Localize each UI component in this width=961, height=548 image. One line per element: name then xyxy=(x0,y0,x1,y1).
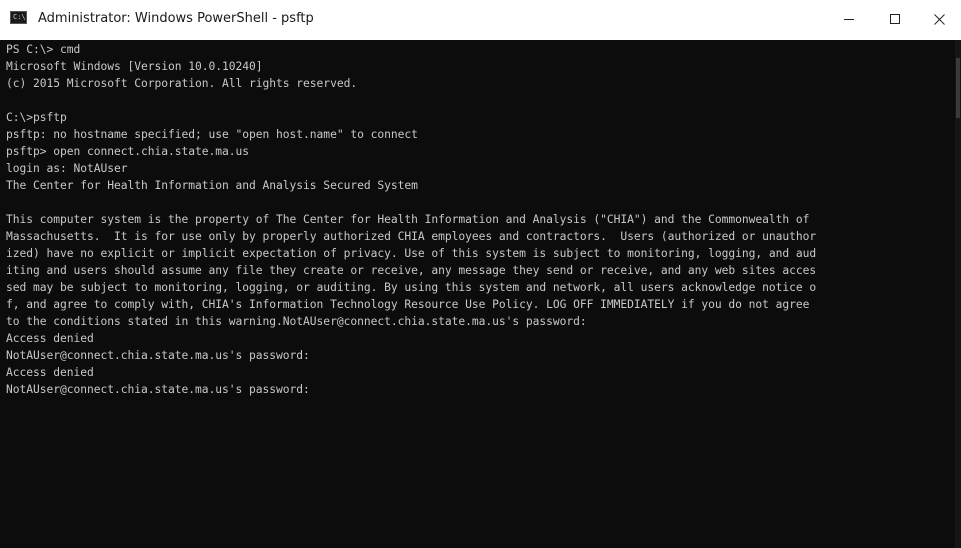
console-line: (c) 2015 Microsoft Corporation. All righ… xyxy=(6,77,358,90)
minimize-icon xyxy=(844,19,854,20)
scrollbar-thumb[interactable] xyxy=(956,58,960,118)
console-line: to the conditions stated in this warning… xyxy=(6,315,587,328)
maximize-button[interactable] xyxy=(872,0,918,40)
powershell-window: C:\ Administrator: Windows PowerShell - … xyxy=(0,0,961,548)
minimize-button[interactable] xyxy=(826,0,872,40)
console-line: ized) have no explicit or implicit expec… xyxy=(6,247,817,260)
close-icon xyxy=(934,14,945,25)
console-line: PS C:\> cmd xyxy=(6,43,81,56)
console-line: psftp: no hostname specified; use "open … xyxy=(6,128,418,141)
console-text: PS C:\> cmd Microsoft Windows [Version 10… xyxy=(6,41,816,398)
console-line: Access denied xyxy=(6,366,94,379)
close-button[interactable] xyxy=(918,0,961,40)
console-line: Massachusetts. It is for use only by pro… xyxy=(6,230,817,243)
console-icon[interactable]: C:\ xyxy=(10,11,27,24)
console-line: sed may be subject to monitoring, loggin… xyxy=(6,281,817,294)
console-line: psftp> open connect.chia.state.ma.us xyxy=(6,145,250,158)
console-line: NotAUser@connect.chia.state.ma.us's pass… xyxy=(6,349,310,362)
console-line: NotAUser@connect.chia.state.ma.us's pass… xyxy=(6,383,310,396)
console-line: The Center for Health Information and An… xyxy=(6,179,418,192)
console-line: This computer system is the property of … xyxy=(6,213,810,226)
console-line: login as: NotAUser xyxy=(6,162,128,175)
console-line: Microsoft Windows [Version 10.0.10240] xyxy=(6,60,263,73)
console-line: f, and agree to comply with, CHIA's Info… xyxy=(6,298,810,311)
console-line: C:\>psftp xyxy=(6,111,67,124)
vertical-scrollbar[interactable] xyxy=(955,40,961,548)
maximize-icon xyxy=(890,14,900,24)
console-line: iting and users should assume any file t… xyxy=(6,264,817,277)
window-title: Administrator: Windows PowerShell - psft… xyxy=(38,11,314,26)
title-bar[interactable]: C:\ Administrator: Windows PowerShell - … xyxy=(0,0,961,40)
console-line: Access denied xyxy=(6,332,94,345)
console-output-area[interactable]: PS C:\> cmd Microsoft Windows [Version 10… xyxy=(0,40,955,548)
